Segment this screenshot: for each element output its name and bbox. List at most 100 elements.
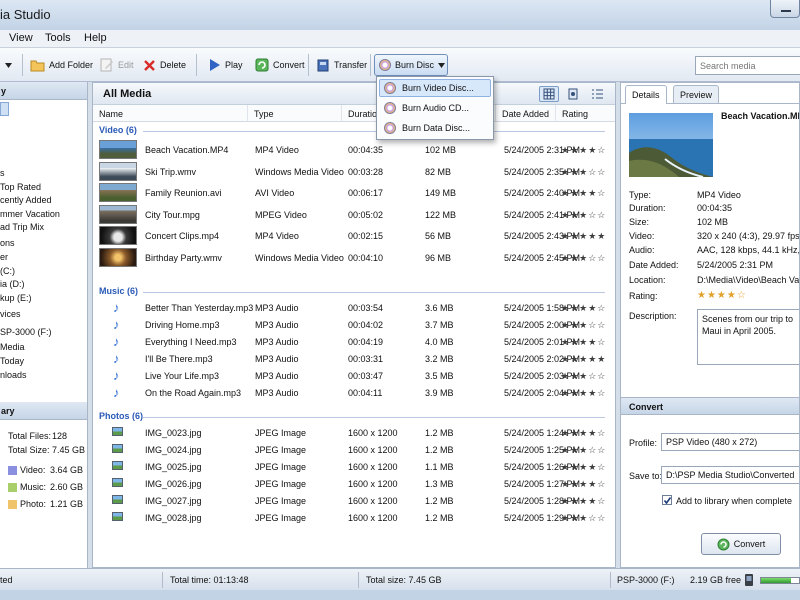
grid-view-button[interactable]	[539, 86, 559, 102]
tree-item[interactable]: Top Rated	[0, 182, 41, 192]
minimize-icon	[781, 10, 791, 12]
add-folder-label: Add Folder	[49, 60, 94, 70]
tab-preview[interactable]: Preview	[673, 85, 720, 103]
menu-item-burn-video-disc[interactable]: Burn Video Disc...	[379, 79, 491, 97]
title-bar: ia Studio	[0, 0, 800, 30]
table-cell: MP3 Audio	[255, 371, 299, 381]
detail-label: Size:	[629, 217, 650, 227]
detail-label: Audio:	[629, 245, 655, 255]
toolbar-dropdown-button[interactable]	[5, 57, 12, 73]
table-cell: 00:03:28	[348, 167, 384, 177]
tree-item[interactable]: ia (D:)	[0, 279, 25, 289]
detail-value: D:\Media\Video\Beach Vacat	[697, 275, 800, 285]
music-note-icon: ♪	[113, 334, 120, 349]
music-note-icon: ♪	[113, 385, 120, 400]
rating-stars[interactable]: ★★★★☆	[697, 290, 747, 301]
tree-item[interactable]: ons	[0, 238, 15, 248]
table-cell: JPEG Image	[255, 445, 307, 455]
total-files-label: Total Files:	[8, 431, 52, 441]
tree-item[interactable]: s	[0, 168, 5, 178]
tree-item[interactable]: cently Added	[0, 195, 52, 205]
table-cell: Better Than Yesterday.mp3	[145, 303, 254, 313]
list-view-button[interactable]	[587, 86, 607, 102]
tree-item[interactable]: (C:)	[0, 266, 15, 276]
profile-select[interactable]: PSP Video (480 x 272)	[661, 433, 799, 451]
table-row[interactable]: Birthday Party.wmv Windows Media Video 00:…	[93, 247, 615, 267]
search-input[interactable]	[695, 56, 800, 75]
tree-item[interactable]: SP-3000 (F:)	[0, 327, 52, 337]
device-capacity-bar	[760, 577, 800, 584]
tree-item[interactable]: ad Trip Mix	[0, 222, 44, 232]
table-cell: Family Reunion.avi	[145, 188, 222, 198]
convert-toolbar-button[interactable]: Convert	[255, 57, 305, 73]
column-header-date-added[interactable]: Date Added	[496, 105, 556, 122]
tree-item[interactable]: kup (E:)	[0, 293, 32, 303]
thumbnail-view-icon	[568, 88, 578, 100]
table-cell: 00:04:10	[348, 253, 384, 263]
table-cell: 1600 x 1200	[348, 479, 398, 489]
column-header-type[interactable]: Type	[248, 105, 342, 122]
status-bar: ted Total time: 01:13:48 Total size: 7.4…	[0, 568, 800, 590]
tree-item[interactable]: er	[0, 252, 8, 262]
delete-icon	[144, 59, 155, 71]
folder-icon	[30, 60, 45, 72]
saveto-field[interactable]: D:\PSP Media Studio\Converted	[661, 466, 799, 484]
play-button[interactable]: Play	[209, 57, 243, 73]
convert-button[interactable]: Convert	[701, 533, 781, 555]
minimize-button[interactable]	[770, 0, 800, 18]
table-cell: MP3 Audio	[255, 337, 299, 347]
table-row[interactable]: City Tour.mpg MPEG Video 00:05:02 122 MB 5/2…	[93, 204, 615, 224]
device-icon	[745, 574, 753, 586]
table-cell: JPEG Image	[255, 513, 307, 523]
tree-item[interactable]: Media	[0, 342, 25, 352]
delete-button[interactable]: Delete	[143, 57, 186, 73]
disc-icon	[379, 59, 391, 71]
group-divider	[143, 131, 605, 132]
tree-item[interactable]: nloads	[0, 370, 27, 380]
rating-stars: ★★★☆☆	[561, 210, 607, 220]
menu-help[interactable]: Help	[84, 32, 107, 44]
thumbnail-view-button[interactable]	[563, 86, 583, 102]
table-cell: JPEG Image	[255, 462, 307, 472]
table-row[interactable]: Beach Vacation.MP4 MP4 Video 00:04:35 102 M…	[93, 139, 615, 159]
column-header-name[interactable]: Name	[93, 105, 248, 122]
chevron-down-icon	[5, 62, 12, 68]
burn-disc-button[interactable]: Burn Disc	[374, 54, 448, 76]
tree-item[interactable]: mmer Vacation	[0, 209, 60, 219]
menu-view[interactable]: View	[9, 32, 33, 44]
description-field[interactable]: Scenes from our trip to Maui in April 20…	[697, 309, 799, 365]
table-cell: 1600 x 1200	[348, 496, 398, 506]
table-row[interactable]: Ski Trip.wmv Windows Media Video 00:03:28 8…	[93, 161, 615, 181]
menu-item-burn-data-disc[interactable]: Burn Data Disc...	[379, 119, 491, 137]
edit-button[interactable]: Edit	[100, 57, 134, 73]
transfer-icon	[317, 59, 329, 72]
table-cell: 1600 x 1200	[348, 513, 398, 523]
table-cell: JPEG Image	[255, 496, 307, 506]
menu-item-burn-audio-cd[interactable]: Burn Audio CD...	[379, 99, 491, 117]
table-row[interactable]: Family Reunion.avi AVI Video 00:06:17 149 M…	[93, 182, 615, 202]
rating-stars: ★★★☆☆	[561, 167, 607, 177]
rating-stars: ★★★★☆	[561, 145, 607, 155]
menu-tools[interactable]: Tools	[45, 32, 71, 44]
add-to-library-checkbox[interactable]	[662, 495, 672, 505]
tab-details[interactable]: Details	[625, 85, 667, 104]
column-header-rating[interactable]: Rating	[556, 105, 615, 122]
table-row[interactable]: Concert Clips.mp4 MP4 Video 00:02:15 56 MB 5…	[93, 225, 615, 245]
add-folder-button[interactable]: Add Folder	[30, 57, 93, 73]
table-row[interactable]: IMG_0028.jpg JPEG Image 1600 x 1200 1.2 MB 5…	[93, 510, 615, 530]
table-cell: 82 MB	[425, 167, 452, 177]
transfer-button[interactable]: Transfer	[316, 57, 367, 73]
tree-item[interactable]: vices	[0, 309, 21, 319]
tree-item[interactable]: Today	[0, 356, 24, 366]
window-title: ia Studio	[0, 7, 51, 22]
image-icon	[112, 495, 123, 504]
table-cell: 3.9 MB	[425, 388, 454, 398]
window-bottom-edge	[0, 590, 800, 600]
left-panel-header: y	[0, 82, 87, 100]
legend-swatch	[8, 500, 17, 509]
table-row[interactable]: ♪ On the Road Again.mp3 MP3 Audio 00:04:11 3…	[93, 385, 615, 405]
breakdown-label: Video:	[20, 465, 46, 475]
table-cell: Beach Vacation.MP4	[145, 145, 229, 155]
rating-stars: ★★★★☆	[561, 479, 607, 489]
rating-stars: ★★★★☆	[561, 337, 607, 347]
